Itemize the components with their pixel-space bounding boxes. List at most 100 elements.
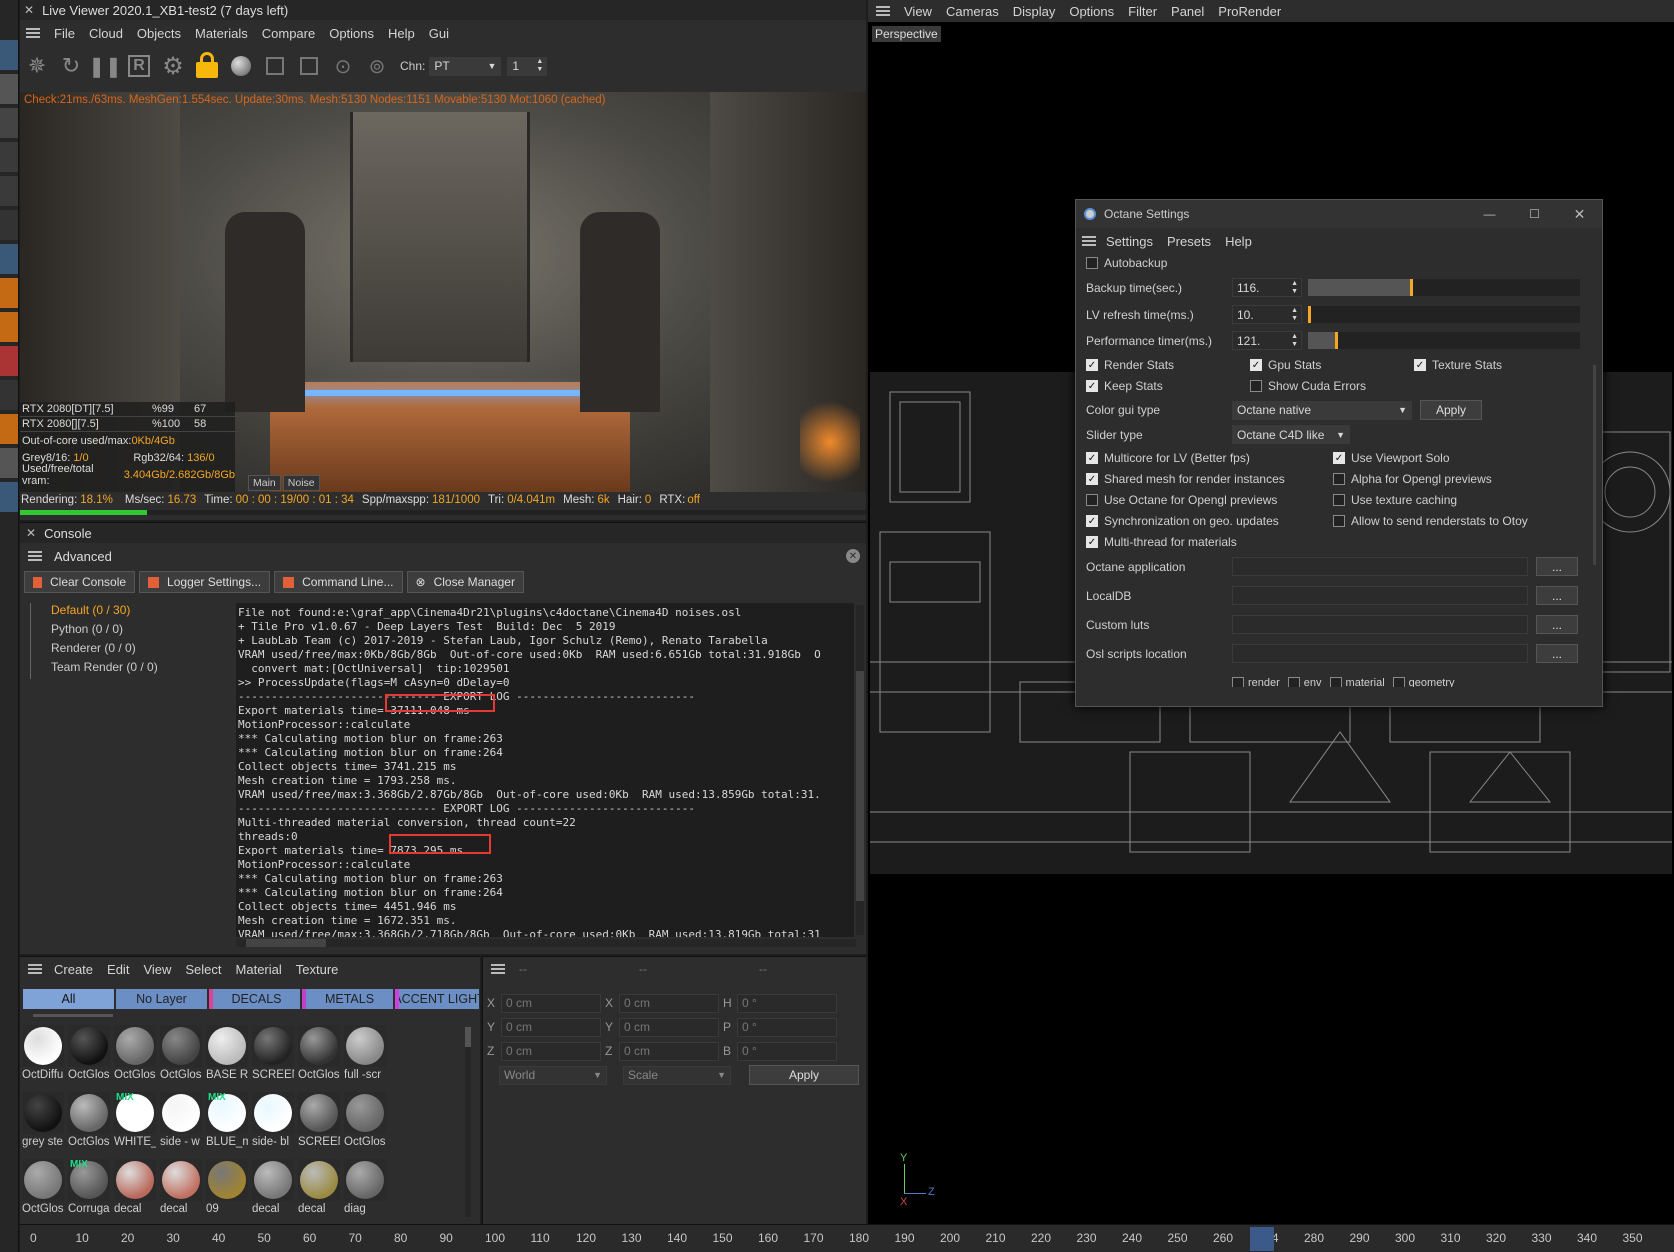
- menu-compare[interactable]: Compare: [262, 26, 315, 41]
- close-icon[interactable]: ✕: [24, 3, 34, 17]
- dialog-scrollbar[interactable]: [1590, 255, 1598, 705]
- localdb-input[interactable]: [1232, 586, 1528, 605]
- menu-options[interactable]: Options: [1069, 4, 1114, 19]
- tree-item-team-render[interactable]: Team Render (0 / 0): [30, 660, 230, 679]
- backup-time-slider[interactable]: [1308, 279, 1580, 296]
- coordinate-input[interactable]: 0 °: [737, 1017, 837, 1037]
- octane-application-input[interactable]: [1232, 557, 1528, 576]
- menu-settings[interactable]: Settings: [1106, 234, 1153, 249]
- menu-view[interactable]: View: [904, 4, 932, 19]
- menu-icon[interactable]: [491, 964, 505, 974]
- menu-panel[interactable]: Panel: [1171, 4, 1204, 19]
- pin-icon[interactable]: ⊙: [326, 54, 360, 79]
- coordinate-input[interactable]: 0 cm: [501, 1041, 601, 1061]
- scale-select[interactable]: Scale ▼: [623, 1065, 731, 1085]
- pause-icon[interactable]: ❚❚: [88, 54, 122, 79]
- cuda-errors-checkbox[interactable]: [1250, 380, 1262, 392]
- material-thumbnail[interactable]: OctDiffu: [22, 1025, 64, 1087]
- menu-icon[interactable]: [1082, 236, 1096, 246]
- layer-tab-no-layer[interactable]: No Layer: [116, 989, 207, 1009]
- lock-icon[interactable]: [190, 52, 224, 78]
- layer-tab-metals[interactable]: METALS: [302, 989, 393, 1009]
- material-checkbox[interactable]: [1329, 677, 1342, 687]
- material-thumbnail[interactable]: side- bl: [252, 1092, 294, 1154]
- menu-icon[interactable]: [28, 964, 42, 974]
- material-thumbnail[interactable]: OctGlos: [68, 1025, 110, 1087]
- apply-button[interactable]: Apply: [749, 1065, 859, 1085]
- menu-cloud[interactable]: Cloud: [89, 26, 123, 41]
- menu-options[interactable]: Options: [329, 26, 374, 41]
- osl-location-input[interactable]: [1232, 644, 1528, 663]
- tree-item-python[interactable]: Python (0 / 0): [30, 622, 230, 641]
- lv-refresh-slider[interactable]: [1308, 306, 1580, 323]
- frame-icon[interactable]: [258, 57, 292, 75]
- close-manager-button[interactable]: ⊗ Close Manager: [406, 571, 524, 593]
- env-checkbox[interactable]: [1287, 677, 1300, 687]
- coordinate-input[interactable]: 0 cm: [619, 1017, 719, 1037]
- chn-select[interactable]: PT ▼: [429, 56, 502, 76]
- render-stats-checkbox[interactable]: ✓: [1086, 359, 1098, 371]
- menu-prorender[interactable]: ProRender: [1218, 4, 1281, 19]
- console-log[interactable]: File not found:e:\graf_app\Cinema4Dr21\p…: [236, 603, 854, 937]
- material-ball-icon[interactable]: [224, 56, 258, 76]
- backup-time-input[interactable]: 116. ▲ ▼: [1232, 278, 1302, 297]
- minimize-icon[interactable]: —: [1467, 207, 1512, 221]
- viewport-solo-checkbox[interactable]: ✓: [1333, 452, 1345, 464]
- render-view[interactable]: Check:21ms./63ms. MeshGen:1.554sec. Upda…: [20, 92, 866, 492]
- material-thumbnail[interactable]: MIX BLUE_m: [206, 1092, 248, 1154]
- close-circle-icon[interactable]: ✕: [846, 549, 860, 563]
- material-thumbnail[interactable]: full -scr: [344, 1025, 386, 1087]
- color-gui-select[interactable]: Octane native ▼: [1232, 400, 1412, 420]
- texture-stats-checkbox[interactable]: ✓: [1414, 359, 1426, 371]
- sync-geo-checkbox[interactable]: ✓: [1086, 515, 1098, 527]
- browse-button[interactable]: ...: [1536, 557, 1578, 576]
- left-toolbar-icons[interactable]: [0, 40, 18, 516]
- menu-icon[interactable]: [28, 551, 42, 561]
- tab-main[interactable]: Main: [248, 475, 281, 491]
- gear-icon[interactable]: ⚙: [156, 52, 190, 81]
- menu-view[interactable]: View: [143, 962, 171, 977]
- layer-tab-all[interactable]: All: [23, 989, 114, 1009]
- lv-refresh-input[interactable]: 10. ▲ ▼: [1232, 305, 1302, 324]
- menu-objects[interactable]: Objects: [137, 26, 181, 41]
- world-select[interactable]: World ▼: [499, 1065, 607, 1085]
- material-thumbnail[interactable]: OctGlos: [344, 1092, 386, 1154]
- performance-timer-slider[interactable]: [1308, 332, 1580, 349]
- alpha-opengl-checkbox[interactable]: [1333, 473, 1345, 485]
- coordinate-input[interactable]: 0 cm: [501, 993, 601, 1013]
- material-thumbnail[interactable]: BASE R(: [206, 1025, 248, 1087]
- material-thumbnail[interactable]: side - w: [160, 1092, 202, 1154]
- multithread-materials-checkbox[interactable]: ✓: [1086, 536, 1098, 548]
- material-thumbnail[interactable]: MIX Corruga: [68, 1159, 110, 1221]
- coordinate-input[interactable]: 0 cm: [501, 1017, 601, 1037]
- menu-presets[interactable]: Presets: [1167, 234, 1211, 249]
- custom-luts-input[interactable]: [1232, 615, 1528, 634]
- playhead[interactable]: [1250, 1227, 1274, 1251]
- shared-mesh-checkbox[interactable]: ✓: [1086, 473, 1098, 485]
- octane-opengl-checkbox[interactable]: [1086, 494, 1098, 506]
- clear-console-button[interactable]: Clear Console: [24, 571, 136, 593]
- timeline[interactable]: 0 10 20 30 40 50 60 70 80 90 100 110 120 130 140 150 160…: [20, 1224, 1674, 1252]
- material-thumbnail[interactable]: 09: [206, 1159, 248, 1221]
- coordinate-input[interactable]: 0 cm: [619, 1041, 719, 1061]
- chn-stepper[interactable]: 1 ▲ ▼: [507, 56, 548, 76]
- material-thumbnail[interactable]: decal: [160, 1159, 202, 1221]
- close-icon[interactable]: ✕: [26, 526, 36, 540]
- coordinate-input[interactable]: 0 °: [737, 993, 837, 1013]
- material-thumbnail[interactable]: OctGlos: [160, 1025, 202, 1087]
- performance-timer-input[interactable]: 121. ▲ ▼: [1232, 331, 1302, 350]
- slider-type-select[interactable]: Octane C4D like ▼: [1232, 425, 1350, 444]
- material-thumbnail[interactable]: diag: [344, 1159, 386, 1221]
- material-vscroll[interactable]: [465, 1027, 471, 1217]
- coordinate-input[interactable]: 0 cm: [619, 993, 719, 1013]
- menu-create[interactable]: Create: [54, 962, 93, 977]
- close-icon[interactable]: ✕: [1557, 206, 1602, 223]
- material-hscroll[interactable]: [23, 1014, 473, 1020]
- frame-alt-icon[interactable]: [292, 57, 326, 75]
- material-thumbnail[interactable]: grey ste: [22, 1092, 64, 1154]
- menu-icon[interactable]: [26, 28, 40, 38]
- menu-filter[interactable]: Filter: [1128, 4, 1157, 19]
- material-thumbnail[interactable]: OctGlos: [22, 1159, 64, 1221]
- apply-button[interactable]: Apply: [1420, 400, 1482, 420]
- layer-tab-decals[interactable]: DECALS: [209, 989, 300, 1009]
